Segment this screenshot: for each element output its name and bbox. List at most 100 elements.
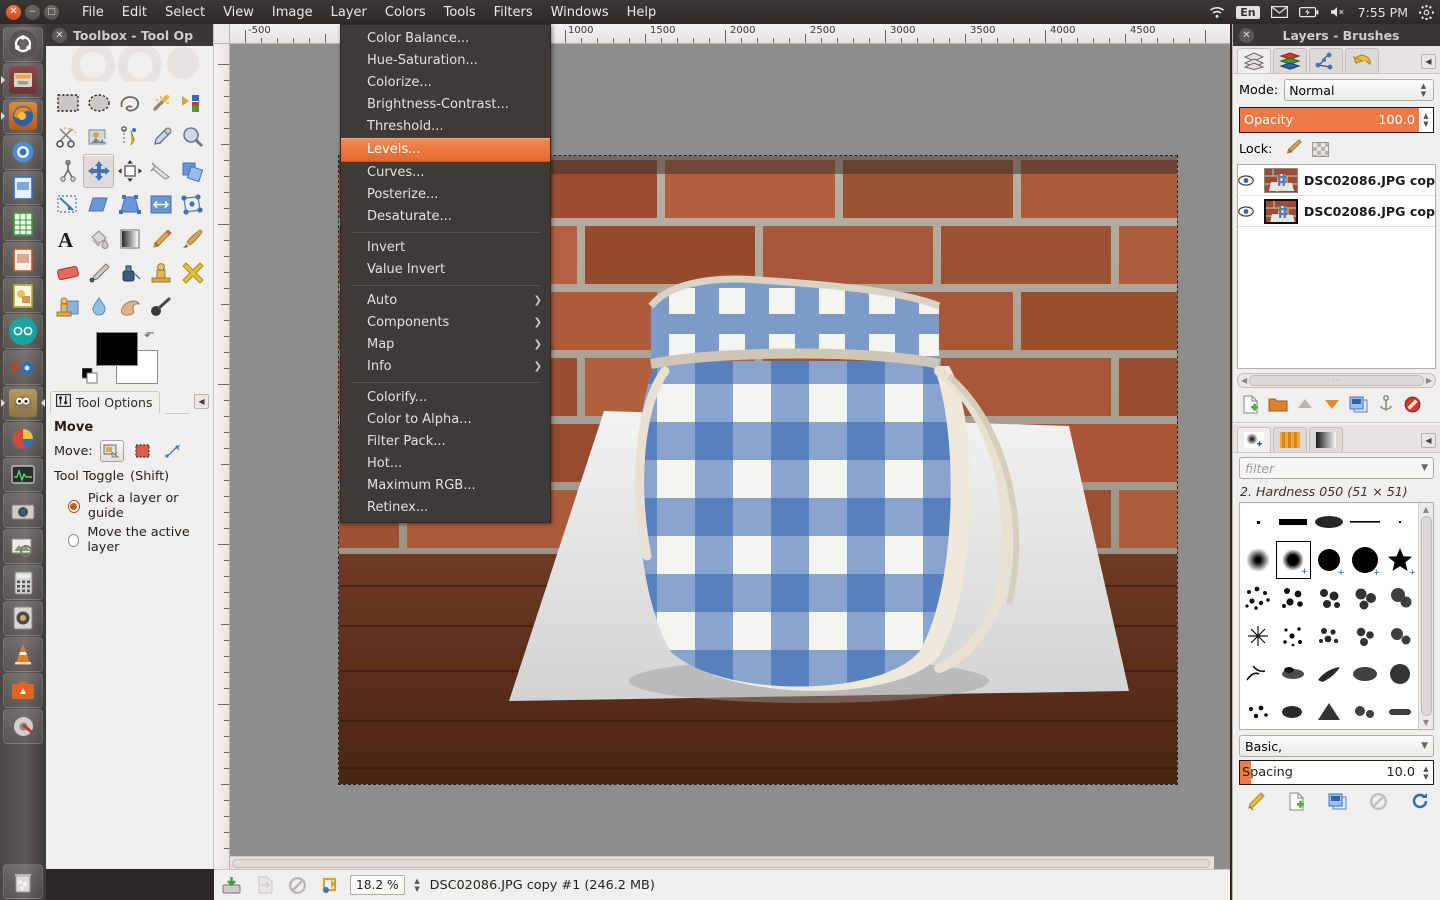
list-item[interactable] [1276,617,1312,655]
lower-layer-icon[interactable] [1319,393,1344,415]
colors-menu-popup[interactable]: Color Balance... Hue-Saturation... Color… [340,24,551,523]
menu-item-color-to-alpha[interactable]: Color to Alpha... [341,409,550,431]
menu-item-components[interactable]: Components ❯ [341,312,550,334]
swap-colors-icon[interactable]: ⬐ [144,326,155,341]
tab-undo-history[interactable] [1345,48,1379,73]
bucket-fill-tool[interactable] [83,222,114,256]
layers-panel-tabstrip[interactable]: ◀ [1233,46,1440,74]
scroll-left-icon[interactable]: ◀ [1241,376,1247,385]
menu-item-value-invert[interactable]: Value Invert [341,259,550,281]
layer-visibility-icon[interactable] [1238,174,1254,186]
opacity-slider[interactable]: Opacity 100.0 ▲ ▼ [1239,107,1434,133]
brush-filter-input[interactable]: filter ▼ [1239,457,1434,479]
list-item[interactable]: + [1311,541,1347,579]
lock-alpha-icon[interactable] [1311,142,1329,157]
foreground-color-swatch[interactable] [96,332,138,366]
list-item[interactable] [1347,617,1383,655]
menu-help[interactable]: Help [618,3,666,22]
scrollbar-thumb[interactable]: ⋯ [1249,375,1424,386]
color-area[interactable]: ⬐ [46,326,213,384]
scroll-down-icon[interactable]: ▼ [1423,718,1429,727]
menu-filters[interactable]: Filters [485,3,542,22]
list-item[interactable] [1347,693,1383,729]
tab-tool-options[interactable]: Tool Options [50,391,161,413]
mode-combobox[interactable]: Normal ▲ ▼ [1284,79,1434,101]
blend-tool[interactable] [114,222,145,256]
tab-menu-icon[interactable]: ◀ [194,393,209,409]
move-tool[interactable] [83,154,114,188]
list-item[interactable] [1240,617,1276,655]
launcher-item-image-viewer[interactable] [3,529,43,565]
menu-item-hot[interactable]: Hot... [341,453,550,475]
duplicate-brush-icon[interactable] [1325,790,1350,812]
layer-list-horizontal-scrollbar[interactable]: ◀ ⋯ ▶ [1237,373,1436,388]
menu-tools[interactable]: Tools [435,3,485,22]
table-row[interactable]: DSC02086.JPG cop [1238,165,1435,196]
list-item[interactable] [1311,579,1347,617]
flip-tool[interactable] [145,188,176,222]
radio-unselected-icon[interactable] [68,533,80,547]
blur-sharpen-tool[interactable] [83,290,114,324]
cage-transform-tool[interactable] [176,188,207,222]
menu-item-retinex[interactable]: Retinex... [341,497,550,519]
list-item[interactable] [1240,541,1276,579]
smudge-tool[interactable] [114,290,145,324]
list-item[interactable] [1240,693,1276,729]
menu-item-desaturate[interactable]: Desaturate... [341,206,550,228]
chevron-down-icon[interactable]: ▼ [1421,463,1428,473]
ink-tool[interactable] [114,256,145,290]
airbrush-tool[interactable] [83,256,114,290]
close-window-button[interactable]: ✕ [6,4,21,20]
volume-muted-icon[interactable] [1330,6,1347,18]
launcher-item-libreoffice-impress[interactable] [3,242,43,278]
shear-tool[interactable] [83,188,114,222]
panel-menu-icon[interactable]: ◀ [1421,433,1436,448]
tab-patterns[interactable] [1273,427,1307,452]
tab-layers[interactable] [1237,48,1271,73]
launcher-item-gimp[interactable] [1,385,45,421]
zoom-tool[interactable] [176,120,207,154]
crop-tool[interactable] [145,154,176,188]
mail-icon[interactable] [1270,6,1288,18]
menu-item-map[interactable]: Map ❯ [341,334,550,356]
tab-paths[interactable] [1309,48,1343,73]
menu-file[interactable]: File [73,3,113,22]
mode-stepper-icon[interactable]: ▲ ▼ [1418,83,1429,98]
minimize-window-button[interactable]: − [25,4,40,20]
alignment-tool[interactable] [114,154,145,188]
launcher-item-ubuntu-software[interactable] [3,672,43,708]
menu-item-colorize[interactable]: Colorize... [341,72,550,94]
refresh-brushes-icon[interactable] [1407,790,1432,812]
list-item[interactable] [1276,579,1312,617]
list-item[interactable] [1276,693,1312,729]
list-item[interactable]: + [1347,541,1383,579]
close-icon[interactable]: ✕ [1239,27,1254,43]
launcher-item-sound[interactable] [3,601,43,636]
launcher-item-vlc[interactable] [3,636,43,672]
list-item[interactable] [1382,503,1418,541]
launcher-item-system-monitor[interactable] [3,457,43,493]
delete-layer-icon[interactable] [1400,393,1425,415]
list-item[interactable] [1347,579,1383,617]
list-item[interactable] [1276,655,1312,693]
list-item[interactable]: + [1382,541,1418,579]
move-path-mode-button[interactable] [162,440,186,462]
list-item[interactable] [1382,655,1418,693]
list-item[interactable] [1240,655,1276,693]
ruler-corner[interactable] [214,24,230,44]
zoom-stepper[interactable]: ▲ ▼ [412,878,423,893]
window-controls[interactable]: ✕ − □ [6,4,59,20]
battery-charging-icon[interactable] [1298,6,1319,18]
spacing-slider[interactable]: Spacing 10.0 ▲ ▼ [1239,760,1434,785]
canvas-horizontal-scrollbar[interactable] [230,856,1214,869]
layer-list[interactable]: DSC02086.JPG cop DSC02086.JPG cop [1237,164,1436,369]
menu-item-info[interactable]: Info ❯ [341,356,550,378]
brush-grid-vertical-scrollbar[interactable]: ▲ ▼ [1418,503,1433,729]
vertical-ruler[interactable] [214,44,230,869]
scroll-up-icon[interactable]: ▲ [1423,505,1429,514]
menubar[interactable]: File Edit Select View Image Layer Colors… [73,3,665,22]
move-selection-mode-button[interactable] [131,440,155,462]
list-item[interactable] [1382,617,1418,655]
duplicate-layer-icon[interactable] [1346,393,1371,415]
tab-gradients[interactable] [1309,427,1343,452]
